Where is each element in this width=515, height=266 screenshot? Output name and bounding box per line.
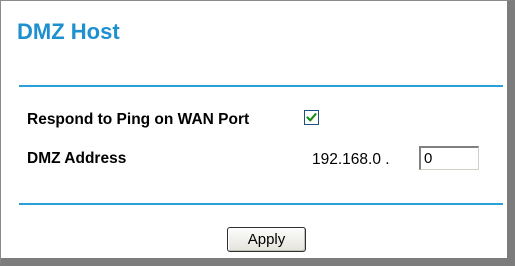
page-title: DMZ Host [17,19,120,44]
respond-to-ping-checkbox[interactable] [304,110,319,125]
checkmark-icon [306,113,317,122]
apply-button[interactable]: Apply [227,227,306,252]
bottom-divider [19,203,503,205]
dmz-address-label: DMZ Address [27,150,127,167]
dmz-ip-prefix: 192.168.0 . [312,151,390,168]
respond-to-ping-label: Respond to Ping on WAN Port [27,111,250,128]
dmz-last-octet-input[interactable] [419,146,479,170]
dmz-host-panel: DMZ Host Respond to Ping on WAN Port DMZ… [0,0,515,266]
top-divider [19,85,503,87]
